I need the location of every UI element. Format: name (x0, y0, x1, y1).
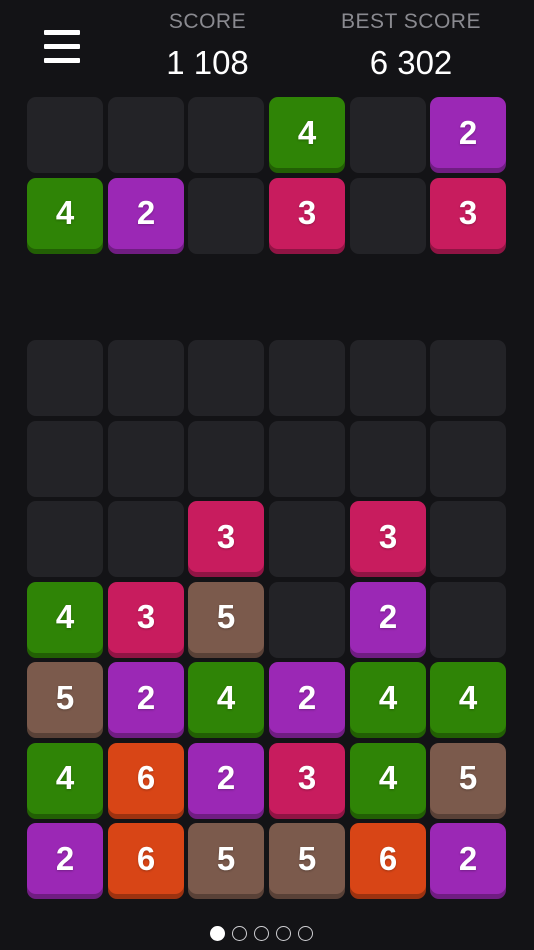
board-tile-4[interactable]: 4 (430, 662, 506, 733)
incoming-empty-cell (350, 177, 426, 254)
board-tile-5[interactable]: 5 (430, 742, 506, 814)
board-tile-3[interactable]: 3 (188, 501, 264, 572)
board-empty-cell (350, 420, 426, 497)
page-indicator (210, 926, 313, 944)
board-tile-4[interactable]: 4 (350, 742, 426, 814)
board-empty-cell (269, 420, 345, 497)
board-empty-cell (108, 340, 184, 416)
game-board: 424233334352524244462345265562 (0, 0, 534, 950)
incoming-empty-cell (188, 177, 264, 254)
board-empty-cell (188, 340, 264, 416)
board-tile-2[interactable]: 2 (108, 662, 184, 733)
incoming-tile-2[interactable]: 2 (430, 97, 506, 168)
board-empty-cell (430, 420, 506, 497)
board-empty-cell (269, 340, 345, 416)
page-dot-1[interactable] (210, 926, 225, 941)
page-dot-3[interactable] (254, 926, 269, 941)
incoming-tile-3[interactable]: 3 (430, 177, 506, 249)
page-dot-4[interactable] (276, 926, 291, 941)
incoming-empty-cell (108, 97, 184, 173)
board-tile-5[interactable]: 5 (27, 662, 103, 733)
board-tile-4[interactable]: 4 (350, 662, 426, 733)
page-dot-5[interactable] (298, 926, 313, 941)
board-tile-4[interactable]: 4 (27, 742, 103, 814)
board-tile-3[interactable]: 3 (108, 581, 184, 653)
board-empty-cell (350, 340, 426, 416)
board-empty-cell (430, 340, 506, 416)
board-empty-cell (269, 581, 345, 658)
incoming-empty-cell (27, 97, 103, 173)
board-tile-5[interactable]: 5 (188, 823, 264, 894)
board-tile-6[interactable]: 6 (108, 823, 184, 894)
board-tile-2[interactable]: 2 (188, 742, 264, 814)
board-tile-5[interactable]: 5 (188, 581, 264, 653)
board-tile-6[interactable]: 6 (108, 742, 184, 814)
board-empty-cell (269, 501, 345, 577)
incoming-tile-3[interactable]: 3 (269, 177, 345, 249)
page-dot-2[interactable] (232, 926, 247, 941)
board-tile-4[interactable]: 4 (27, 581, 103, 653)
board-empty-cell (27, 340, 103, 416)
board-tile-6[interactable]: 6 (350, 823, 426, 894)
incoming-empty-cell (188, 97, 264, 173)
board-empty-cell (27, 501, 103, 577)
board-tile-4[interactable]: 4 (188, 662, 264, 733)
board-empty-cell (108, 501, 184, 577)
incoming-tile-4[interactable]: 4 (27, 177, 103, 249)
board-tile-2[interactable]: 2 (27, 823, 103, 894)
board-tile-2[interactable]: 2 (350, 581, 426, 653)
board-empty-cell (108, 420, 184, 497)
board-tile-2[interactable]: 2 (430, 823, 506, 894)
incoming-empty-cell (350, 97, 426, 173)
board-tile-3[interactable]: 3 (350, 501, 426, 572)
incoming-tile-2[interactable]: 2 (108, 177, 184, 249)
board-empty-cell (188, 420, 264, 497)
board-empty-cell (430, 581, 506, 658)
board-tile-3[interactable]: 3 (269, 742, 345, 814)
board-empty-cell (430, 501, 506, 577)
board-tile-2[interactable]: 2 (269, 662, 345, 733)
board-empty-cell (27, 420, 103, 497)
incoming-tile-4[interactable]: 4 (269, 97, 345, 168)
board-tile-5[interactable]: 5 (269, 823, 345, 894)
